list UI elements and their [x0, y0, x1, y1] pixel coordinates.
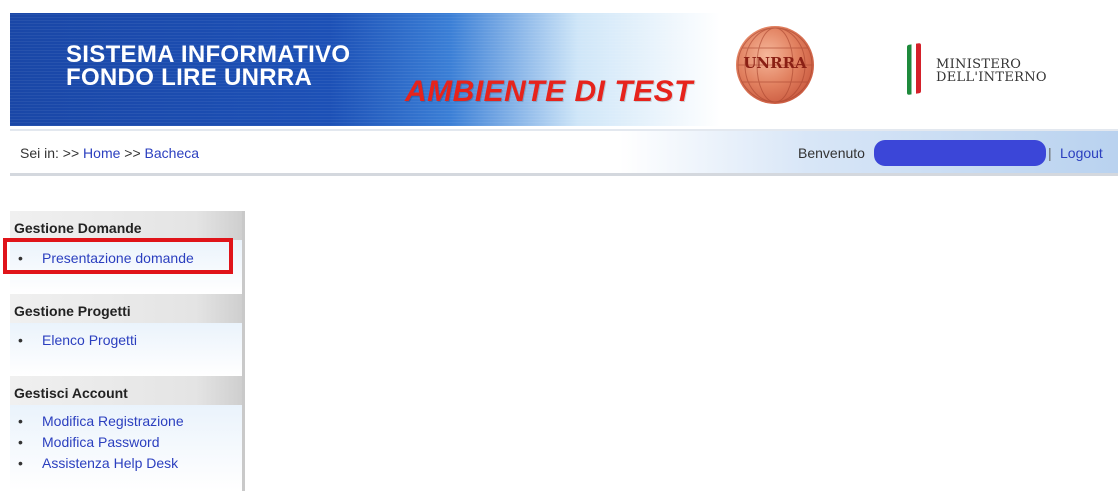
- section-gestisci-account: Gestisci Account: [10, 376, 242, 405]
- header-banner: SISTEMA INFORMATIVO FONDO LIRE UNRRA AMB…: [10, 13, 1118, 126]
- breadcrumb: Sei in: >> Home >> Bacheca: [20, 145, 199, 161]
- site-title: SISTEMA INFORMATIVO FONDO LIRE UNRRA: [66, 41, 351, 91]
- sidebar-item-label: Elenco Progetti: [42, 332, 137, 348]
- ministry-label: MINISTERO DELL'INTERNO: [936, 58, 1047, 84]
- site-title-line1: SISTEMA INFORMATIVO: [66, 41, 351, 68]
- unrra-logo: UNRRA: [736, 26, 814, 104]
- breadcrumb-bacheca-link[interactable]: Bacheca: [145, 145, 199, 161]
- highlight-box: [3, 238, 233, 274]
- logout-link[interactable]: Logout: [1060, 145, 1103, 161]
- sidebar-item-modifica-registrazione[interactable]: • Modifica Registrazione: [18, 413, 184, 429]
- unrra-logo-text: UNRRA: [743, 54, 807, 72]
- sidebar-item-label: Assistenza Help Desk: [42, 455, 179, 471]
- breadcrumb-home-link[interactable]: Home: [83, 145, 120, 161]
- breadcrumb-separator: >>: [124, 145, 141, 161]
- section-gestione-progetti: Gestione Progetti: [10, 294, 242, 323]
- breadcrumb-bar: Sei in: >> Home >> Bacheca Benvenuto | L…: [10, 129, 1118, 176]
- sidebar-item-elenco-progetti[interactable]: • Elenco Progetti: [18, 332, 137, 348]
- sidebar-item-label: Modifica Registrazione: [42, 413, 184, 429]
- section-gestione-domande: Gestione Domande: [10, 211, 242, 240]
- user-bar-separator: |: [1048, 145, 1052, 161]
- ministry-line2: DELL'INTERNO: [936, 70, 1047, 85]
- username-redacted: [874, 140, 1046, 166]
- breadcrumb-prefix: Sei in: >>: [20, 145, 80, 161]
- sidebar-item-assistenza-help-desk[interactable]: • Assistenza Help Desk: [18, 455, 178, 471]
- sidebar-item-modifica-password[interactable]: • Modifica Password: [18, 434, 160, 450]
- section-body-gestione-progetti: [10, 323, 242, 376]
- sidebar-item-label: Modifica Password: [42, 434, 160, 450]
- site-title-line2: FONDO LIRE UNRRA: [66, 64, 313, 91]
- environment-label: AMBIENTE DI TEST: [405, 75, 694, 108]
- italian-flag-icon: [907, 43, 921, 95]
- welcome-label: Benvenuto: [798, 145, 865, 161]
